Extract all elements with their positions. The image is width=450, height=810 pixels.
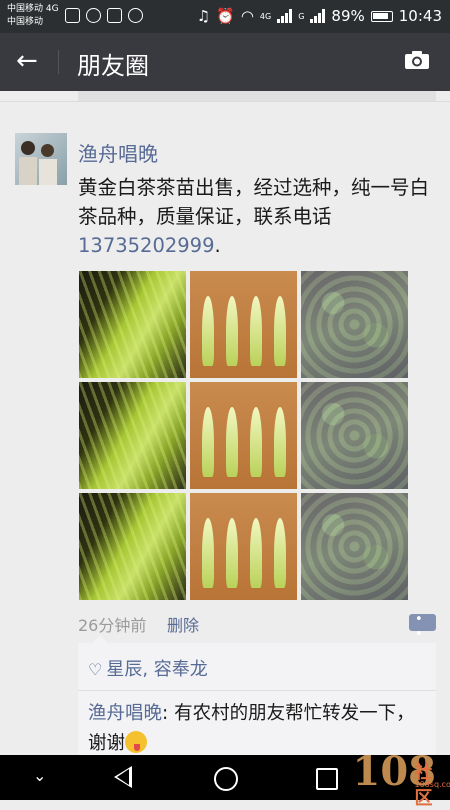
watermark-logo: 108 社区 108sq.com — [353, 748, 437, 795]
title-bar: ← 朋友圈 — [0, 33, 450, 91]
post-text-end: . — [214, 234, 220, 257]
battery-percent: 89% — [331, 7, 364, 25]
net-label-2: G — [298, 12, 304, 21]
square-recents-icon[interactable] — [316, 768, 338, 790]
carrier-1: 中国移动 4G — [7, 3, 59, 16]
likes-row: ♡星辰, 容奉龙 — [88, 655, 208, 681]
alarm-icon: ⏰ — [216, 7, 235, 25]
battery-icon — [371, 11, 393, 22]
weather-icon — [128, 8, 143, 23]
watermark-sub: 108sq.com — [415, 780, 450, 789]
back-button[interactable]: ← — [16, 47, 38, 75]
pause-icon — [86, 8, 101, 23]
heart-icon: ♡ — [88, 660, 102, 679]
phone-link[interactable]: 13735202999 — [78, 234, 214, 257]
post-time: 26分钟前 — [78, 612, 146, 636]
likes-names[interactable]: 星辰, 容奉龙 — [106, 659, 207, 680]
page-title: 朋友圈 — [77, 46, 149, 81]
comment-icon[interactable] — [409, 614, 436, 631]
tongue-out-emoji-icon — [125, 731, 147, 753]
net-label-1: 4G — [260, 12, 271, 21]
comment-author[interactable]: 渔舟唱晚 — [88, 703, 162, 724]
post-image-3[interactable] — [301, 271, 408, 378]
moment-post: 渔舟唱晚 黄金白茶茶苗出售，经过选种，纯一号白茶品种，质量保证，联系电话 1373… — [0, 101, 450, 756]
clock: 10:43 — [399, 7, 442, 25]
comments-box: ♡星辰, 容奉龙 渔舟唱晚: 有农村的朋友帮忙转发一下，谢谢 — [78, 643, 436, 756]
post-image-9[interactable] — [301, 493, 408, 600]
camera-icon[interactable] — [404, 50, 430, 70]
image-icon — [65, 8, 80, 23]
chevron-down-icon[interactable]: ⌄ — [33, 766, 46, 785]
post-image-5[interactable] — [190, 382, 297, 489]
comment-separator: : — [162, 703, 174, 724]
arrow-left-icon: ← — [16, 46, 38, 76]
message-icon — [107, 8, 122, 23]
triangle-back-icon[interactable] — [114, 766, 132, 788]
carrier-info: 中国移动 4G 中国移动 — [7, 3, 59, 29]
post-image-7[interactable] — [79, 493, 186, 600]
comments-divider — [78, 690, 436, 691]
status-right: ♫ ⏰ ◠ 4G G 89% 10:43 — [197, 7, 442, 25]
circle-home-icon[interactable] — [214, 767, 238, 791]
post-image-8[interactable] — [190, 493, 297, 600]
delete-button[interactable]: 删除 — [167, 612, 199, 636]
title-divider — [58, 50, 59, 74]
status-bar: 中国移动 4G 中国移动 ♫ ⏰ ◠ 4G G 89% 10:43 — [0, 0, 450, 33]
avatar[interactable] — [15, 133, 67, 185]
post-text-body: 黄金白茶茶苗出售，经过选种，纯一号白茶品种，质量保证，联系电话 — [78, 176, 429, 228]
signal-icon-2 — [310, 9, 325, 23]
headphones-icon: ♫ — [197, 7, 210, 25]
signal-icon-1 — [277, 9, 292, 23]
post-image-2[interactable] — [190, 271, 297, 378]
post-author[interactable]: 渔舟唱晚 — [78, 138, 158, 167]
carrier-2: 中国移动 — [7, 16, 59, 29]
wifi-icon: ◠ — [241, 7, 254, 25]
post-image-4[interactable] — [79, 382, 186, 489]
post-image-6[interactable] — [301, 382, 408, 489]
post-image-1[interactable] — [79, 271, 186, 378]
previous-post-comment-area — [78, 91, 436, 101]
notification-icons — [65, 8, 143, 23]
post-text: 黄金白茶茶苗出售，经过选种，纯一号白茶品种，质量保证，联系电话 137352029… — [78, 173, 438, 260]
image-grid — [79, 271, 409, 601]
